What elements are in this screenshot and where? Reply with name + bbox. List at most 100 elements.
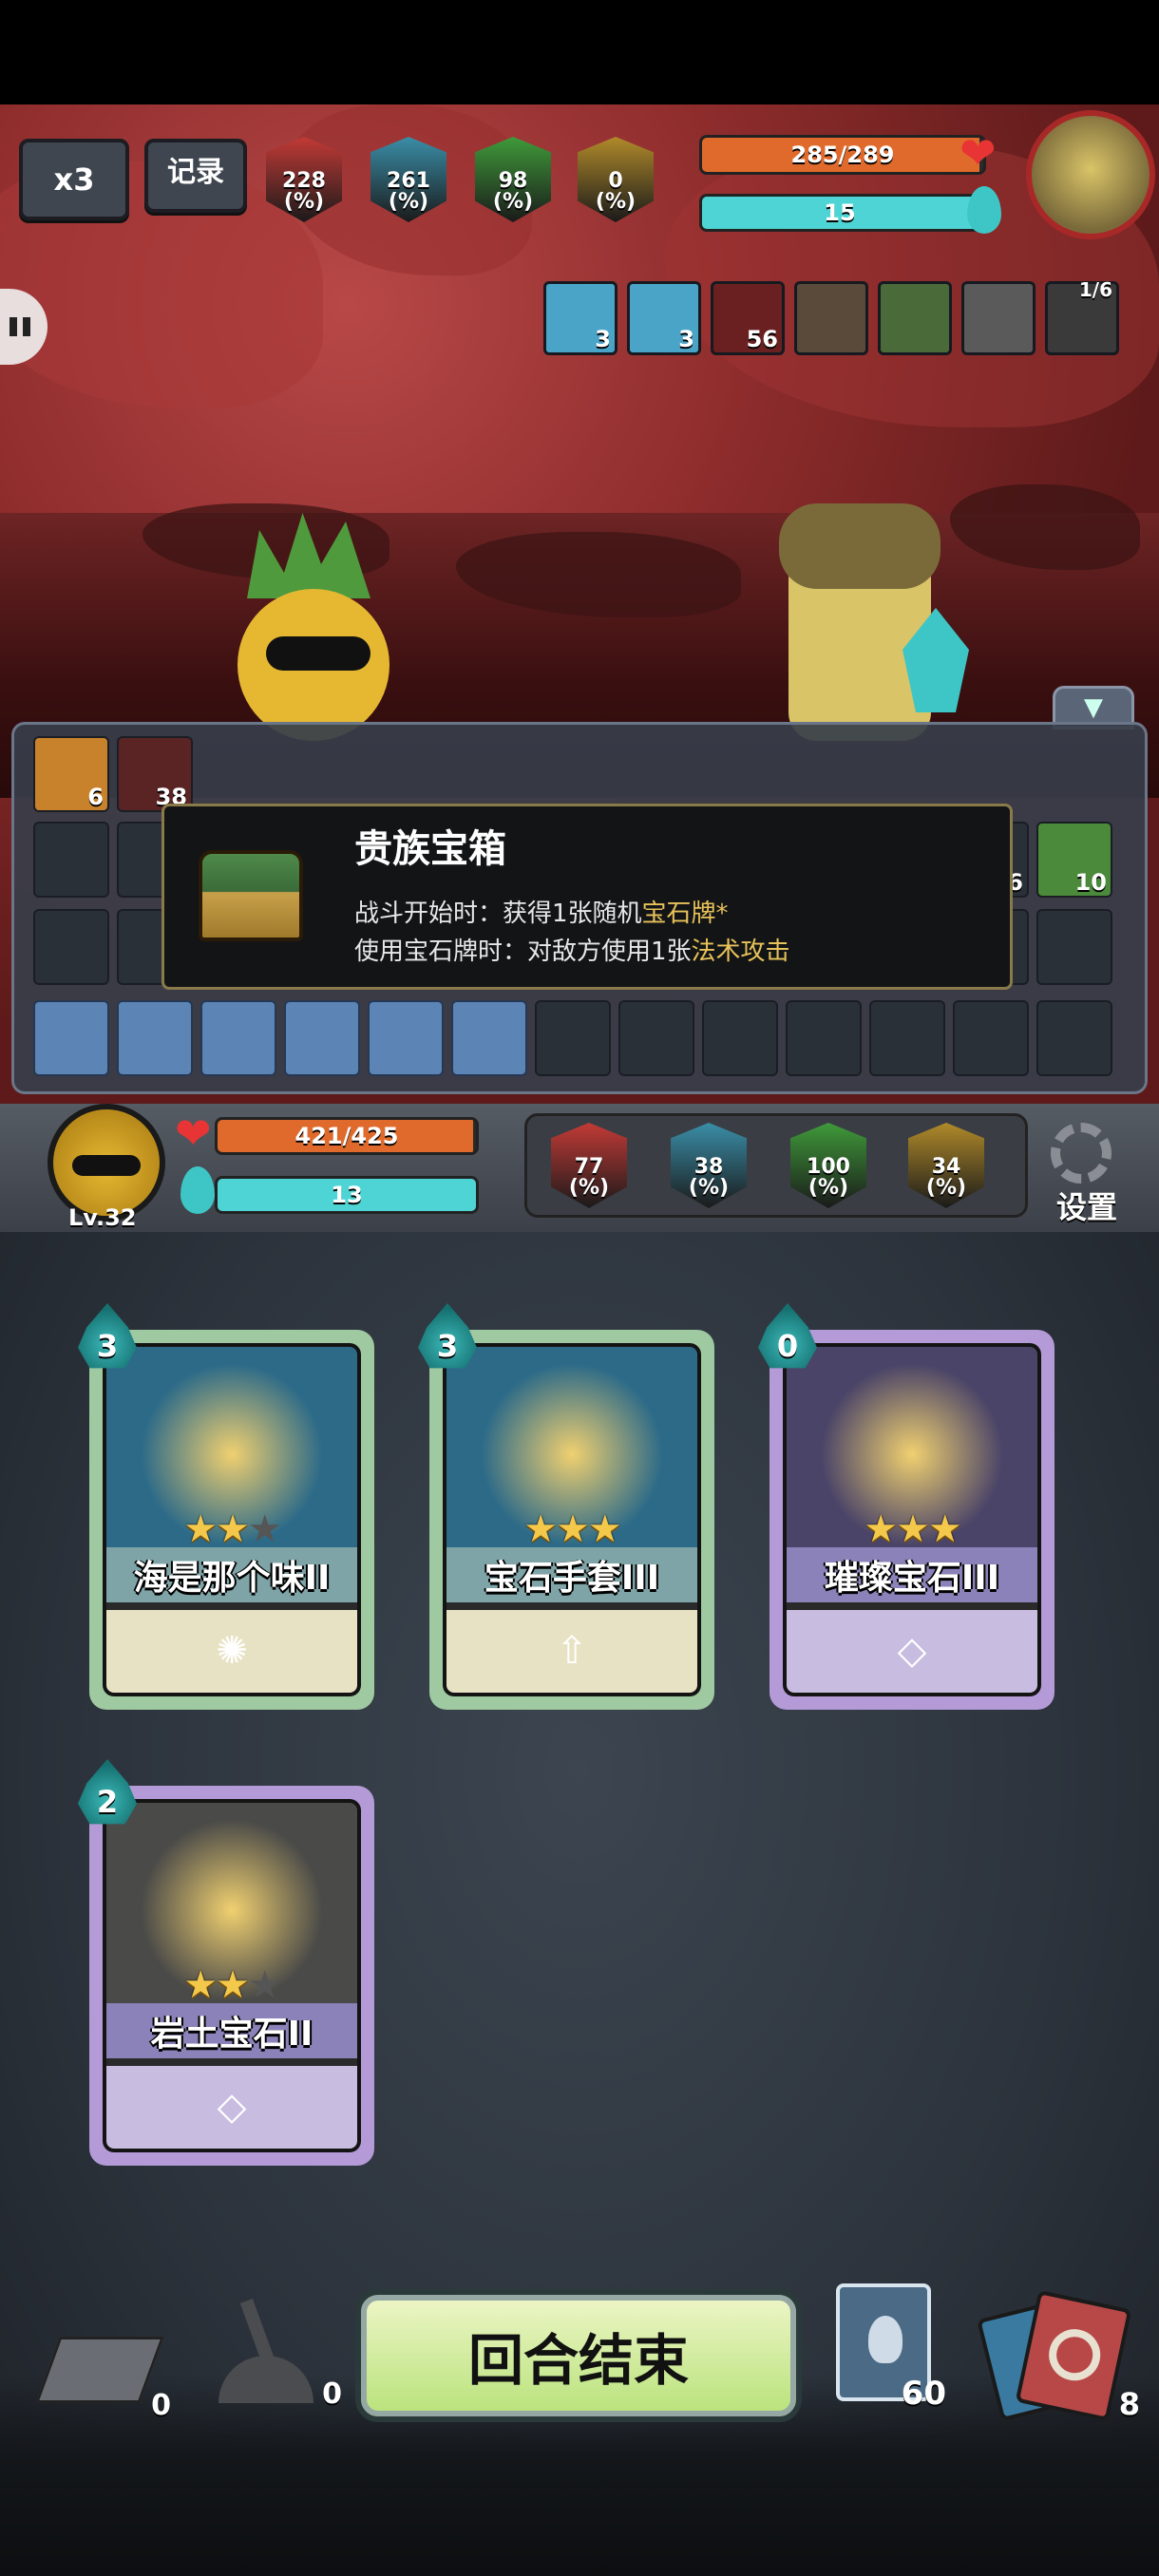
player-status-bar: Lv.32 421/425 ❤ 13 77 (%) 38 (%) 100 (%) 34 (%)… [0, 1104, 1159, 1232]
enemy-helmet [779, 503, 940, 589]
shield-wheel-icon[interactable] [953, 1000, 1029, 1076]
enemy-stat-shield[interactable]: 0 (%) [578, 137, 654, 222]
gem-card-keyword[interactable]: 宝石牌* [642, 900, 729, 928]
graveyard-count: 0 [322, 2377, 342, 2411]
card-frame: ★★★ 璀璨宝石III ◇ [783, 1343, 1041, 1696]
hand-card[interactable]: ★★★ 宝石手套III ⇧ 3 [418, 1303, 714, 1710]
hand-card[interactable]: ★★★ 璀璨宝石III ◇ 0 [758, 1303, 1054, 1710]
skill-burst-icon: ✺ [106, 1609, 357, 1693]
relic-count: 6 [87, 784, 104, 810]
potion-deck-button[interactable]: 60 [832, 2280, 946, 2413]
crossed-blades-icon[interactable] [451, 1000, 527, 1076]
diamond-icon: ◇ [787, 1609, 1037, 1693]
treasure-chest-icon [199, 850, 303, 941]
star-icon: ★ [216, 1963, 250, 2008]
player-stat-value: 77 [574, 1155, 604, 1179]
map-scroll-icon[interactable] [618, 1000, 694, 1076]
sunglasses [266, 636, 370, 671]
player-mana-text: 13 [331, 1182, 363, 1208]
enemy-avatar[interactable] [1026, 110, 1155, 239]
enemy-stat-unit: (%) [492, 190, 534, 214]
relic-icon[interactable] [33, 822, 109, 898]
fist-icon[interactable] [117, 1000, 193, 1076]
enemy-stat-unit: (%) [283, 190, 325, 214]
diamond-icon: ◇ [106, 2065, 357, 2149]
settings-button[interactable]: 设置 [1056, 1184, 1117, 1227]
tooltip-line-1-text: 战斗开始时：获得1张随机 [354, 900, 642, 928]
hand-card[interactable]: ★★★ 海是那个味II ✺ 3 [78, 1303, 374, 1710]
sloth-statue-icon[interactable] [535, 1000, 611, 1076]
card-name: 岩土宝石II [106, 2003, 357, 2059]
player-stat-unit: (%) [568, 1176, 610, 1200]
card-cost: 0 [758, 1303, 817, 1369]
enemy-stat-unit: (%) [388, 190, 429, 214]
tooltip-line-1: 战斗开始时：获得1张随机宝石牌* [354, 894, 729, 929]
player-stat-value: 38 [694, 1155, 724, 1179]
discard-pile-icon [35, 2337, 164, 2403]
golden-flute-icon[interactable] [702, 1000, 778, 1076]
relic-icon[interactable] [1036, 909, 1112, 985]
card-star-rating: ★★★ [787, 1507, 1037, 1551]
relic-tooltip: 贵族宝箱 战斗开始时：获得1张随机宝石牌* 使用宝石牌时：对敌方使用1张法术攻击 [162, 804, 1013, 990]
green-snake-icon[interactable]: 10 [1036, 822, 1112, 898]
card-cost: 3 [418, 1303, 477, 1369]
fish-icon[interactable] [786, 1000, 862, 1076]
claw-slash-icon[interactable]: 56 [711, 281, 785, 355]
status-bar [0, 0, 1159, 104]
star-icon: ★ [183, 1963, 218, 2008]
speed-button[interactable]: x3 [19, 139, 129, 220]
spellbook-icon[interactable] [794, 281, 868, 355]
buff-arrow-icon: ⇧ [446, 1609, 697, 1693]
fishing-rod-icon[interactable] [869, 1000, 945, 1076]
star-icon: ★ [523, 1507, 558, 1552]
glowing-idol-icon[interactable]: 6 [33, 736, 109, 812]
star-icon: ★ [216, 1507, 250, 1552]
draw-pile-button[interactable]: 8 [977, 2289, 1150, 2422]
target-icon[interactable] [33, 1000, 109, 1076]
record-label: 记录 [167, 156, 224, 189]
card-cost: 2 [78, 1759, 137, 1825]
skull-helm-icon[interactable] [961, 281, 1036, 355]
gear-icon[interactable] [1051, 1123, 1112, 1184]
player-mana-bar: 13 [215, 1176, 479, 1214]
star-icon: ★ [896, 1507, 930, 1552]
card-name: 璀璨宝石III [787, 1547, 1037, 1603]
crossed-swords-icon[interactable] [368, 1000, 444, 1076]
discard-pile-button[interactable]: 0 [35, 2318, 171, 2422]
helmet-icon[interactable] [284, 1000, 360, 1076]
heart-icon: ❤ [175, 1108, 212, 1159]
snowflake-icon[interactable]: 3 [627, 281, 701, 355]
card-name: 宝石手套III [446, 1547, 697, 1603]
card-cost: 3 [78, 1303, 137, 1369]
buff-count: 1/6 [1078, 278, 1112, 301]
player-hp-bar: 421/425 [215, 1117, 479, 1155]
pig-icon[interactable] [200, 1000, 276, 1076]
discard-count: 0 [151, 2389, 171, 2422]
star-icon: ★ [247, 1507, 282, 1552]
card-star-rating: ★★★ [446, 1507, 697, 1551]
relic-icon[interactable] [33, 909, 109, 985]
card-frame: ★★★ 岩土宝石II ◇ [103, 1799, 361, 2152]
graveyard-button[interactable]: 0 [200, 2289, 342, 2422]
potion-count: 60 [901, 2375, 946, 2413]
gamepad-icon[interactable]: 1/6 [1045, 278, 1119, 355]
claw-slash-icon[interactable]: 38 [117, 736, 193, 812]
card-star-rating: ★★★ [106, 1963, 357, 2007]
record-button[interactable]: 记录 [144, 139, 247, 213]
meat-icon[interactable] [1036, 1000, 1112, 1076]
end-turn-button[interactable]: 回合结束 [355, 2289, 802, 2422]
hand-card[interactable]: ★★★ 岩土宝石II ◇ 2 [78, 1759, 374, 2166]
player-hp-text: 421/425 [294, 1123, 399, 1149]
star-icon: ★ [927, 1507, 962, 1552]
potion-bowl-icon[interactable] [878, 281, 952, 355]
card-name: 海是那个味II [106, 1547, 357, 1603]
buff-count: 56 [746, 326, 778, 352]
mana-flame-icon [180, 1166, 215, 1214]
enemy-stat-unit: (%) [595, 190, 636, 214]
heart-icon: ❤ [960, 127, 997, 179]
target-icon[interactable]: 3 [543, 281, 618, 355]
player-level: Lv.32 [68, 1204, 137, 1231]
star-icon: ★ [183, 1507, 218, 1552]
spell-attack-keyword[interactable]: 法术攻击 [692, 938, 790, 966]
tooltip-title: 贵族宝箱 [354, 827, 506, 871]
